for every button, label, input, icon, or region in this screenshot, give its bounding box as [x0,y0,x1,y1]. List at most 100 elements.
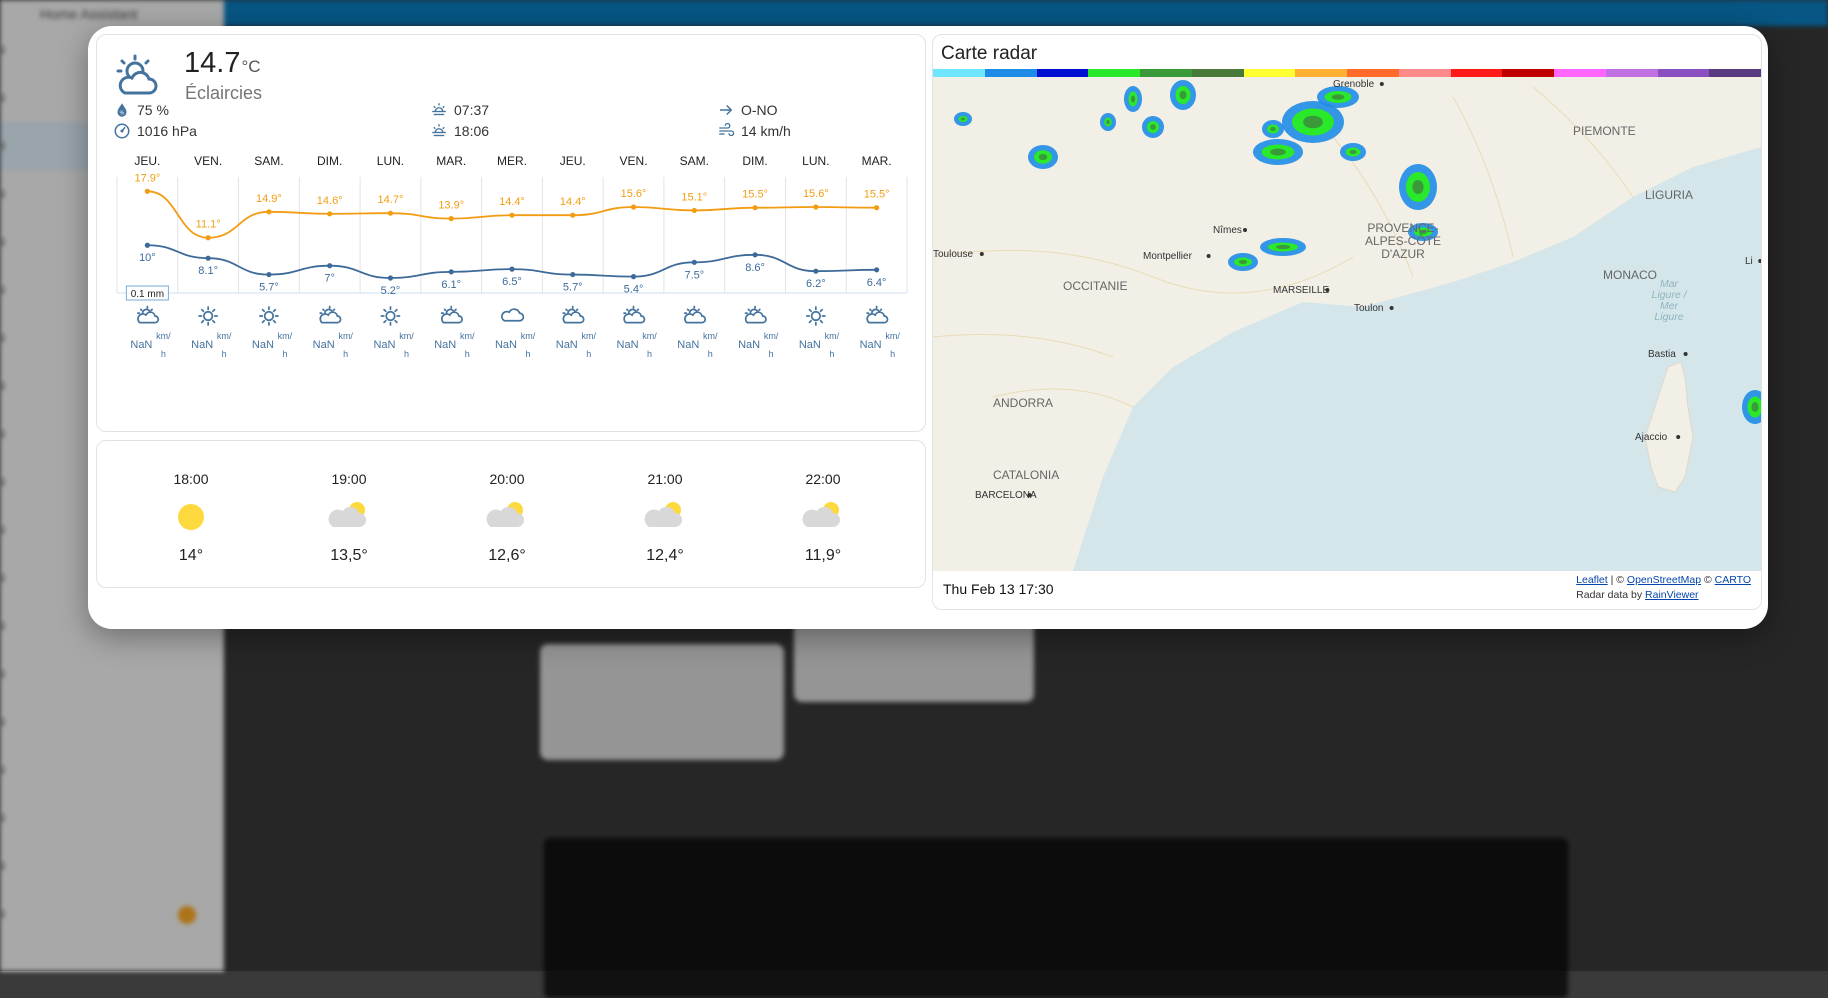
high-temperature-point[interactable] [630,204,637,210]
radar-map[interactable]: OCCITANIE PROVENCE-ALPES-CÔTED'AZUR PIEMON… [933,77,1761,571]
hourly-temperature: 11,9° [804,547,842,564]
forecast-wind-unit: km/ [460,331,475,341]
radar-legend-swatch [984,69,1037,77]
forecast-wind-unit: km/ [703,331,718,341]
high-temperature-point[interactable] [387,210,394,216]
low-temperature-point[interactable] [448,269,454,275]
radar-legend-swatch [1657,69,1710,77]
low-temperature-point[interactable] [266,271,272,278]
forecast-wind-unit: km/ [521,331,536,341]
openstreetmap-link[interactable]: OpenStreetMap [1627,574,1701,586]
high-temperature-point[interactable] [448,216,454,222]
forecast-day-label: DIM. [317,154,342,168]
forecast-wind-unit: km/ [885,331,900,341]
sunny-icon [805,306,826,326]
forecast-wind-unit: km/ [825,331,840,341]
high-temperature-point[interactable] [691,207,697,214]
radar-precipitation-echo [954,112,972,126]
low-temperature-label: 6.5° [502,276,522,288]
low-temperature-point[interactable] [752,252,758,258]
radar-timestamp: Thu Feb 13 17:30 [943,581,1054,597]
high-temperature-label: 14.4° [499,196,525,208]
rainviewer-link[interactable]: RainViewer [1645,589,1699,601]
partly-cloudy-day-icon [319,305,342,324]
radar-precipitation-echo [1100,113,1116,131]
hourly-forecast-item[interactable]: 19:00 13,5° [289,471,409,565]
forecast-chart[interactable]: JEU. VEN. SAM. DIM. LUN. MAR. MER. JEU. VEN. SAM.… [97,35,925,431]
forecast-wind-unit: h [465,349,470,359]
hourly-forecast-item[interactable]: 20:00 12,6° [447,471,567,565]
high-temperature-point[interactable] [570,212,576,218]
forecast-day-label: LUN. [802,154,829,168]
low-temperature-point[interactable] [327,263,333,269]
forecast-wind-unit: h [404,349,409,359]
high-temperature-label: 15.6° [621,188,647,200]
forecast-wind-unit: h [890,349,895,359]
low-temperature-point[interactable] [570,271,576,278]
low-temperature-point[interactable] [630,274,637,280]
high-temperature-label: 14.4° [560,196,586,208]
forecast-wind-speed: NaN [434,339,456,351]
forecast-wind-unit: km/ [582,331,597,341]
forecast-day-label: MAR. [436,154,466,168]
radar-legend-swatch [1191,69,1244,77]
low-temperature-point[interactable] [509,266,515,272]
forecast-day-label: JEU. [560,154,586,168]
high-temperature-point[interactable] [752,205,758,211]
leaflet-link[interactable]: Leaflet [1576,574,1608,586]
cloudy-icon [501,308,525,322]
high-temperature-label: 14.7° [378,194,404,206]
forecast-wind-unit: h [829,349,834,359]
weather-forecast-card[interactable]: 14.7°C Éclaircies % 75 % 1016 hPa 07:37 … [96,34,926,432]
forecast-wind-unit: km/ [399,331,414,341]
forecast-wind-speed: NaN [860,339,882,351]
forecast-day-label: SAM. [680,154,709,168]
low-temperature-point[interactable] [205,255,211,261]
radar-legend-swatch [1502,69,1554,77]
radar-legend-swatch [1709,69,1761,77]
low-temperature-label: 5.2° [381,285,401,297]
low-temperature-point[interactable] [874,267,880,273]
forecast-day-label: SAM. [254,154,283,168]
high-temperature-point[interactable] [874,205,880,211]
high-temperature-point[interactable] [327,211,333,217]
partly-cloudy-day-icon [440,305,463,324]
hourly-forecast-item[interactable]: 18:00 14° [131,471,251,565]
radar-legend-swatch [1088,69,1140,77]
carto-link[interactable]: CARTO [1715,574,1751,586]
high-temperature-point[interactable] [813,204,819,210]
svg-text:Nîmes: Nîmes [1213,225,1242,236]
low-temperature-point[interactable] [813,268,819,274]
high-temperature-label: 15.5° [864,189,890,201]
low-temperature-label: 5.4° [624,284,644,296]
low-temperature-point[interactable] [144,242,150,248]
hourly-forecast-item[interactable]: 22:00 11,9° [763,471,883,565]
partly-cloudy-night-icon [289,495,409,539]
high-temperature-point[interactable] [509,212,515,218]
low-temperature-point[interactable] [691,259,697,265]
sunny-icon [131,495,251,539]
map-region-label: LIGURIA [1645,188,1693,202]
attribution-separator: | © [1607,574,1627,586]
partly-cloudy-night-icon [447,495,567,539]
map-region-label: ALPES-CÔTE [1365,233,1441,248]
weather-dialog: 14.7°C Éclaircies % 75 % 1016 hPa 07:37 … [88,26,1768,629]
partly-cloudy-day-icon [137,305,160,324]
high-temperature-label: 15.1° [681,191,707,203]
high-temperature-point[interactable] [205,235,211,241]
high-temperature-label: 14.9° [256,193,282,205]
radar-legend-swatch [1347,69,1399,77]
hourly-forecast-card[interactable]: 18:00 14° 19:00 13,5° 20:00 12,6° 21:00 12,4° 22… [96,440,926,588]
low-temperature-point[interactable] [387,275,394,281]
radar-color-legend [933,69,1761,77]
hourly-forecast-item[interactable]: 21:00 12,4° [605,471,725,565]
radar-map-card[interactable]: Carte radar OCCITANIE PROVENCE- ALPES-CÔTE… [932,34,1762,610]
high-temperature-point[interactable] [266,209,272,215]
forecast-wind-unit: h [343,349,348,359]
map-region-label: MONACO [1603,268,1657,282]
map-region-label: CATALONIA [993,468,1059,482]
high-temperature-point[interactable] [144,188,150,194]
low-temperature-label: 8.1° [198,265,218,277]
radar-precipitation-echo [1028,145,1058,169]
forecast-wind-unit: km/ [764,331,779,341]
